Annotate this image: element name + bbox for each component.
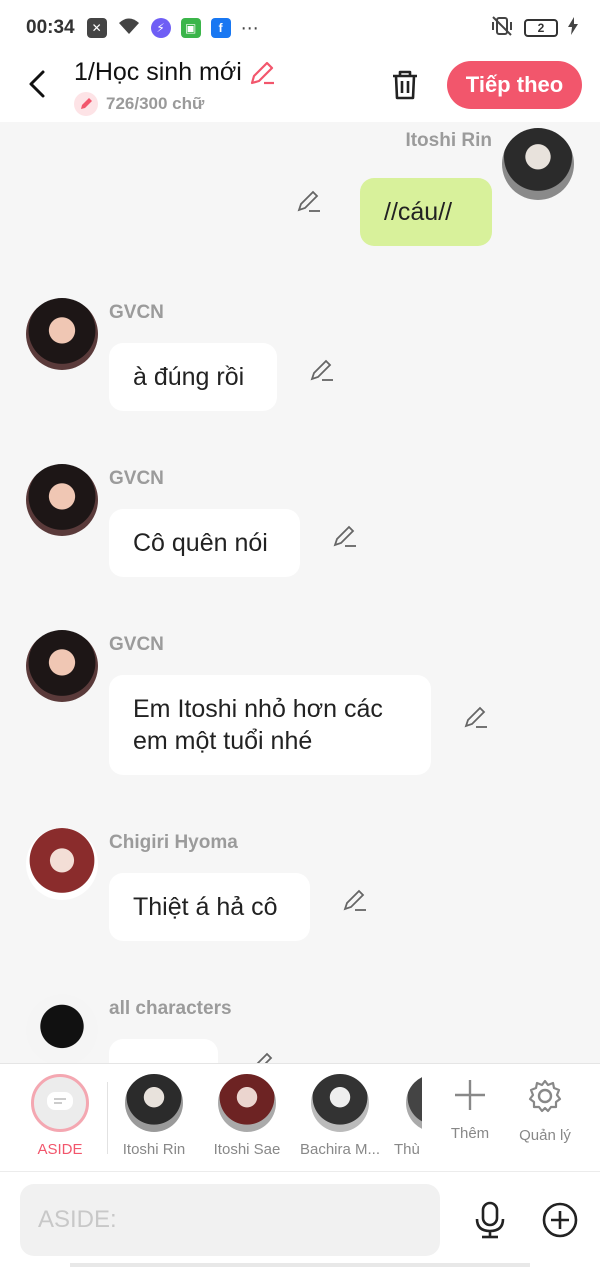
character-avatar: [218, 1074, 276, 1132]
facebook-icon: f: [210, 18, 231, 38]
avatar-gvcn[interactable]: [26, 464, 98, 536]
character-bar: ASIDE Itoshi Rin Itoshi Sae Bachira M...…: [0, 1063, 600, 1171]
chat-bubble-icon: [47, 1092, 73, 1110]
more-dots-icon: ⋯: [240, 17, 259, 38]
character-label: Bachira M...: [299, 1141, 381, 1158]
message-bubble[interactable]: Cô quên nói: [109, 509, 300, 577]
message-bubble[interactable]: //cáu//: [360, 178, 492, 246]
more-options-button[interactable]: [540, 1200, 580, 1240]
pencil-icon: [74, 92, 98, 116]
edit-title-icon[interactable]: [248, 59, 276, 87]
input-bar: [0, 1171, 600, 1267]
character-label: Itoshi Rin: [122, 1141, 186, 1158]
message-bubble[interactable]: [109, 1039, 218, 1063]
sender-name: GVCN: [109, 468, 164, 489]
avatar-chigiri-hyoma[interactable]: [26, 828, 98, 900]
store-icon: ▣: [180, 18, 201, 38]
sender-name: Chigiri Hyoma: [109, 832, 238, 853]
edit-message-icon[interactable]: [309, 357, 335, 383]
next-button[interactable]: Tiếp theo: [447, 61, 582, 109]
delete-button[interactable]: [386, 66, 424, 104]
status-time: 00:34: [26, 17, 75, 38]
message-input[interactable]: [20, 1184, 440, 1256]
add-circle-icon: [542, 1202, 578, 1238]
sender-name: Itoshi Rin: [405, 130, 492, 151]
character-itoshi-rin[interactable]: Itoshi Rin: [109, 1074, 199, 1158]
avatar-all-characters[interactable]: [26, 994, 98, 1063]
vibrate-off-icon: [490, 15, 514, 42]
edit-message-icon[interactable]: [332, 523, 358, 549]
avatar-itoshi-rin[interactable]: [502, 128, 574, 200]
status-notification-icons: ✕ ⚡ ▣ f ⋯: [86, 16, 259, 41]
messenger-icon: ⚡: [150, 18, 171, 38]
voice-button[interactable]: [470, 1200, 510, 1240]
keyboard-strip: [70, 1263, 530, 1267]
character-itoshi-sae[interactable]: Itoshi Sae: [202, 1074, 292, 1158]
trash-icon: [393, 70, 417, 100]
plus-icon: [455, 1080, 485, 1110]
character-label: Itoshi Sae: [213, 1141, 281, 1158]
character-avatar: [311, 1074, 369, 1132]
gear-icon: [528, 1079, 562, 1113]
sender-name: GVCN: [109, 302, 164, 323]
sender-name: GVCN: [109, 634, 164, 655]
edit-message-icon[interactable]: [463, 704, 489, 730]
chat-area[interactable]: Itoshi Rin //cáu// GVCN à đúng rồi GVCN …: [0, 122, 600, 1063]
word-count-text: 726/300 chữ: [106, 94, 205, 113]
character-aside[interactable]: ASIDE: [15, 1074, 105, 1158]
status-bar: 00:34 ✕ ⚡ ▣ f ⋯ 2: [0, 0, 600, 56]
page-title[interactable]: 1/Học sinh mới: [74, 58, 276, 87]
avatar-gvcn[interactable]: [26, 630, 98, 702]
microphone-icon: [475, 1201, 505, 1239]
character-label: ASIDE: [37, 1141, 83, 1158]
battery-icon: 2: [524, 19, 558, 37]
divider: [107, 1082, 108, 1154]
chapter-title: 1/Học sinh mới: [74, 58, 242, 86]
character-bachira[interactable]: Bachira M...: [295, 1074, 385, 1158]
edit-message-icon[interactable]: [296, 188, 322, 214]
edit-message-icon[interactable]: [342, 887, 368, 913]
manage-label: Quản lý: [519, 1127, 571, 1144]
charging-icon: [568, 16, 578, 40]
manage-button[interactable]: Quản lý: [510, 1078, 580, 1144]
character-thu[interactable]: Thù: [388, 1074, 422, 1158]
character-avatar: [406, 1074, 422, 1132]
character-label: Thù: [394, 1141, 420, 1158]
character-avatar: [125, 1074, 183, 1132]
word-count: 726/300 chữ: [74, 92, 204, 116]
chevron-left-icon: [29, 70, 45, 98]
message-bubble[interactable]: Thiệt á hả cô: [109, 873, 310, 941]
message-bubble[interactable]: Em Itoshi nhỏ hơn các em một tuổi nhé: [109, 675, 431, 775]
add-character-button[interactable]: Thêm: [435, 1078, 505, 1142]
add-label: Thêm: [450, 1125, 490, 1142]
header: 1/Học sinh mới 726/300 chữ Tiếp theo: [0, 56, 600, 122]
sender-name: all characters: [109, 998, 232, 1019]
aside-avatar: [31, 1074, 89, 1132]
message-bubble[interactable]: à đúng rồi: [109, 343, 277, 411]
wifi-icon: [117, 16, 141, 41]
close-square-icon: ✕: [86, 18, 107, 38]
edit-message-icon[interactable]: [250, 1050, 276, 1063]
status-right: 2: [490, 15, 578, 42]
avatar-gvcn[interactable]: [26, 298, 98, 370]
back-button[interactable]: [22, 66, 52, 102]
